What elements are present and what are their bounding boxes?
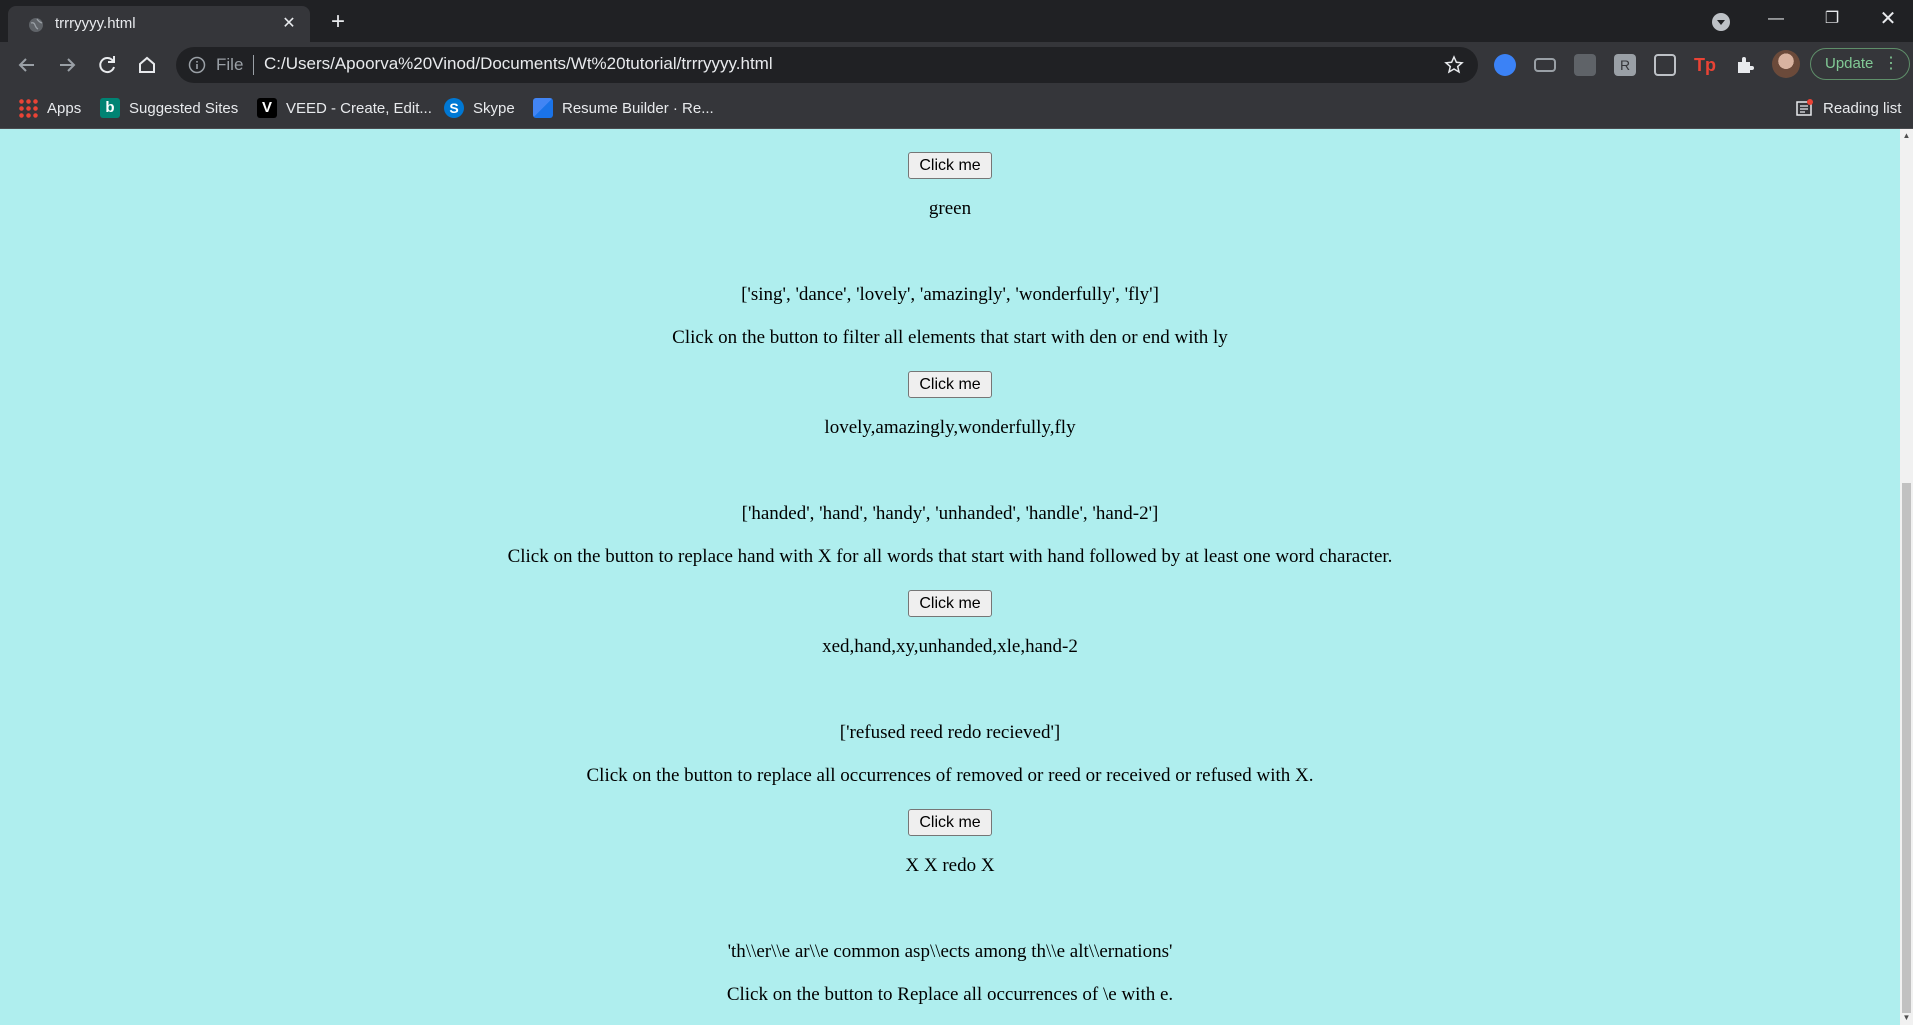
section2-array: ['sing', 'dance', 'lovely', 'amazingly',… <box>741 284 1159 305</box>
bing-icon: b <box>100 98 120 118</box>
bookmark-label: Suggested Sites <box>129 99 239 117</box>
bookmarks-bar: Apps b Suggested Sites V VEED - Create, … <box>0 88 1913 129</box>
section3-array: ['handed', 'hand', 'handy', 'unhanded', … <box>741 503 1159 524</box>
click-me-button-2[interactable]: Click me <box>908 371 992 398</box>
reading-list-icon <box>1796 99 1813 116</box>
globe-icon <box>29 18 43 32</box>
extension-gray-icon[interactable] <box>1574 54 1596 76</box>
reading-list-label: Reading list <box>1823 99 1902 117</box>
address-separator <box>253 55 254 75</box>
bookmark-resume-builder[interactable]: Resume Builder · Re... <box>533 96 714 120</box>
click-me-button-3[interactable]: Click me <box>908 590 992 617</box>
tab-strip: trrryyyy.html ✕ + — ❐ ✕ <box>0 0 1913 42</box>
bookmark-suggested-sites[interactable]: b Suggested Sites <box>100 96 238 120</box>
reading-list-button[interactable]: Reading list <box>1794 96 1901 120</box>
bookmark-label: Resume Builder · Re... <box>562 99 714 117</box>
extension-mail-icon[interactable] <box>1654 54 1676 76</box>
extension-tp-icon[interactable]: Tp <box>1694 54 1716 76</box>
home-icon[interactable] <box>132 50 162 80</box>
browser-tab[interactable]: trrryyyy.html ✕ <box>8 6 310 42</box>
click-me-button-1[interactable]: Click me <box>908 152 992 179</box>
restore-icon[interactable]: ❐ <box>1804 0 1860 38</box>
extensions-puzzle-icon[interactable] <box>1734 54 1756 76</box>
section5-array: 'th\\er\\e ar\\e common asp\\ects among … <box>727 941 1173 962</box>
new-tab-icon[interactable]: + <box>324 9 352 37</box>
section4-array: ['refused reed redo recieved'] <box>839 722 1061 743</box>
bookmark-label: Apps <box>47 99 82 117</box>
update-label: Update <box>1825 55 1874 72</box>
scroll-thumb[interactable] <box>1902 483 1911 1013</box>
back-icon[interactable] <box>12 50 42 80</box>
extension-blue-icon[interactable] <box>1494 54 1516 76</box>
apps-grid-icon <box>18 98 38 118</box>
extension-card-icon[interactable] <box>1534 58 1556 72</box>
section2-result: lovely,amazingly,wonderfully,fly <box>824 417 1076 438</box>
browser-toolbar: File C:/Users/Apoorva%20Vinod/Documents/… <box>0 42 1913 88</box>
section4-instruction: Click on the button to replace all occur… <box>586 765 1314 786</box>
minimize-icon[interactable]: — <box>1748 0 1804 38</box>
scroll-down-icon[interactable]: ▼ <box>1902 1013 1911 1023</box>
veed-icon: V <box>257 98 277 118</box>
bookmark-skype[interactable]: S Skype <box>444 96 515 120</box>
tab-search-icon[interactable] <box>1710 11 1732 33</box>
extension-r-icon[interactable]: R <box>1614 54 1636 76</box>
bookmark-apps[interactable]: Apps <box>18 96 81 120</box>
skype-icon: S <box>444 98 464 118</box>
click-me-button-4[interactable]: Click me <box>908 809 992 836</box>
window-close-icon[interactable]: ✕ <box>1860 0 1913 38</box>
page-content: Click me green ['sing', 'dance', 'lovely… <box>0 129 1900 1025</box>
bookmark-star-icon[interactable] <box>1444 55 1464 75</box>
resume-builder-icon <box>533 98 553 118</box>
reload-icon[interactable] <box>92 50 122 80</box>
url-text[interactable]: C:/Users/Apoorva%20Vinod/Documents/Wt%20… <box>264 54 773 74</box>
tab-title: trrryyyy.html <box>55 15 136 32</box>
tab-close-icon[interactable]: ✕ <box>278 13 300 35</box>
bookmark-veed[interactable]: V VEED - Create, Edit... <box>257 96 432 120</box>
info-icon[interactable] <box>188 56 206 74</box>
section5-instruction: Click on the button to Replace all occur… <box>726 984 1174 1005</box>
file-scheme-label: File <box>216 55 244 74</box>
section1-result: green <box>928 198 972 219</box>
section2-instruction: Click on the button to filter all elemen… <box>672 327 1228 348</box>
address-bar[interactable]: File C:/Users/Apoorva%20Vinod/Documents/… <box>176 47 1478 83</box>
section3-instruction: Click on the button to replace hand with… <box>507 546 1393 567</box>
profile-avatar[interactable] <box>1772 50 1800 78</box>
scroll-up-icon[interactable]: ▲ <box>1902 131 1911 141</box>
forward-icon[interactable] <box>52 50 82 80</box>
section3-result: xed,hand,xy,unhanded,xle,hand-2 <box>822 636 1078 657</box>
bookmark-label: Skype <box>473 99 515 117</box>
section4-result: X X redo X <box>905 855 995 876</box>
more-menu-icon[interactable]: ⋮ <box>1883 49 1899 79</box>
update-button[interactable]: Update ⋮ <box>1810 48 1910 80</box>
page-scrollbar[interactable]: ▲ ▼ <box>1900 129 1913 1025</box>
bookmark-label: VEED - Create, Edit... <box>286 99 432 117</box>
